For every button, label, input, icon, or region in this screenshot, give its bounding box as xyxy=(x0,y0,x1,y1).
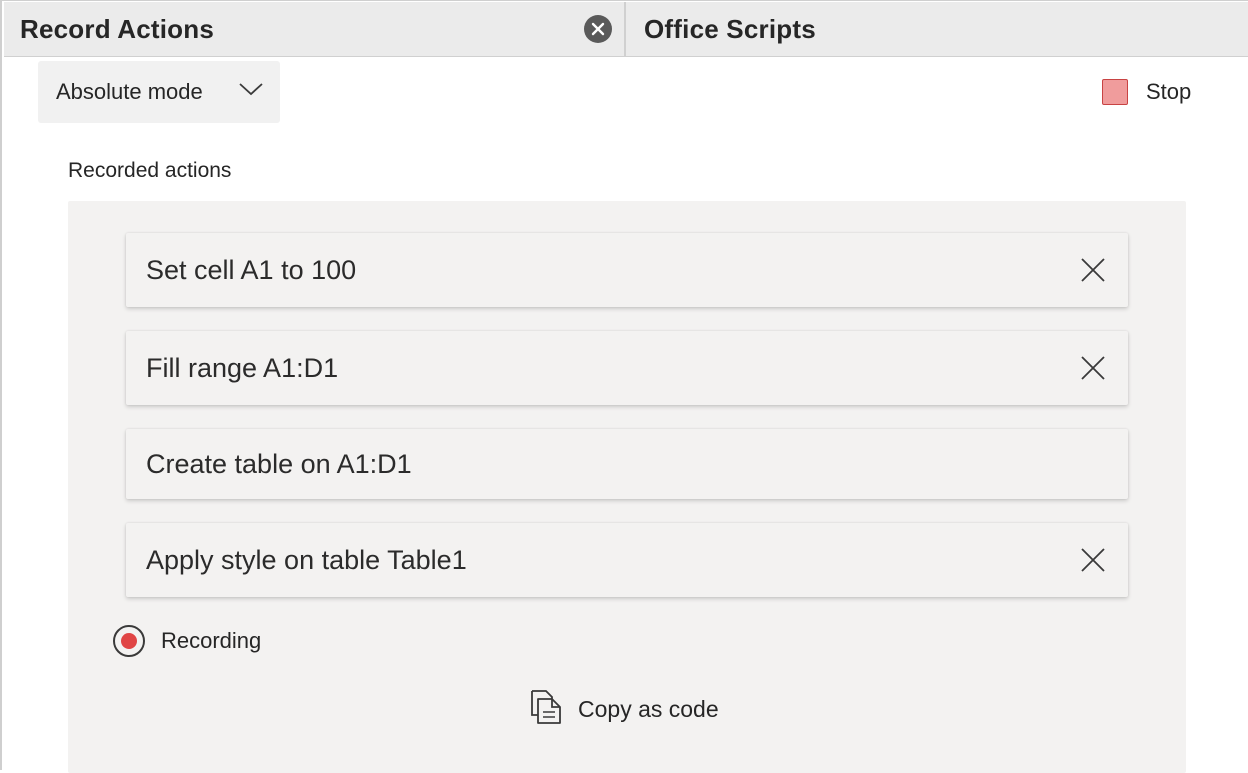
stop-square-icon xyxy=(1102,79,1128,105)
action-label: Set cell A1 to 100 xyxy=(146,254,357,285)
stop-button[interactable]: Stop xyxy=(1102,77,1191,107)
action-item: Fill range A1:D1 xyxy=(126,331,1128,405)
action-item: Apply style on table Table1 xyxy=(126,523,1128,597)
recorded-actions-panel: Set cell A1 to 100 Fill range A1:D1 Crea… xyxy=(68,201,1186,773)
action-label: Create table on A1:D1 xyxy=(146,448,412,479)
close-icon[interactable] xyxy=(1080,355,1106,381)
copy-document-icon xyxy=(528,689,564,730)
recording-status: Recording xyxy=(113,625,261,657)
recording-label: Recording xyxy=(161,628,262,653)
record-dot xyxy=(121,633,137,649)
tab-record-actions[interactable]: Record Actions xyxy=(4,2,626,56)
copy-as-code-button[interactable]: Copy as code xyxy=(528,689,719,730)
close-circle-icon[interactable] xyxy=(584,15,612,43)
close-icon[interactable] xyxy=(1080,257,1106,283)
stop-label: Stop xyxy=(1146,79,1192,104)
chevron-down-icon xyxy=(238,81,264,102)
tab-bar: Record Actions Office Scripts xyxy=(4,2,1248,57)
tab-office-scripts[interactable]: Office Scripts xyxy=(628,2,1248,56)
action-label: Apply style on table Table1 xyxy=(146,544,467,575)
close-icon[interactable] xyxy=(1080,547,1106,573)
action-label: Fill range A1:D1 xyxy=(146,352,339,383)
tab-label: Office Scripts xyxy=(644,13,816,44)
action-item: Create table on A1:D1 xyxy=(126,429,1128,499)
section-title: Recorded actions xyxy=(68,159,232,182)
record-actions-pane: Record Actions Office Scripts Absolute m… xyxy=(0,0,1248,773)
mode-dropdown[interactable]: Absolute mode xyxy=(38,61,280,123)
tab-label: Record Actions xyxy=(20,13,214,44)
mode-label: Absolute mode xyxy=(56,79,203,104)
action-item: Set cell A1 to 100 xyxy=(126,233,1128,307)
copy-label: Copy as code xyxy=(578,696,719,722)
record-icon xyxy=(113,625,145,657)
